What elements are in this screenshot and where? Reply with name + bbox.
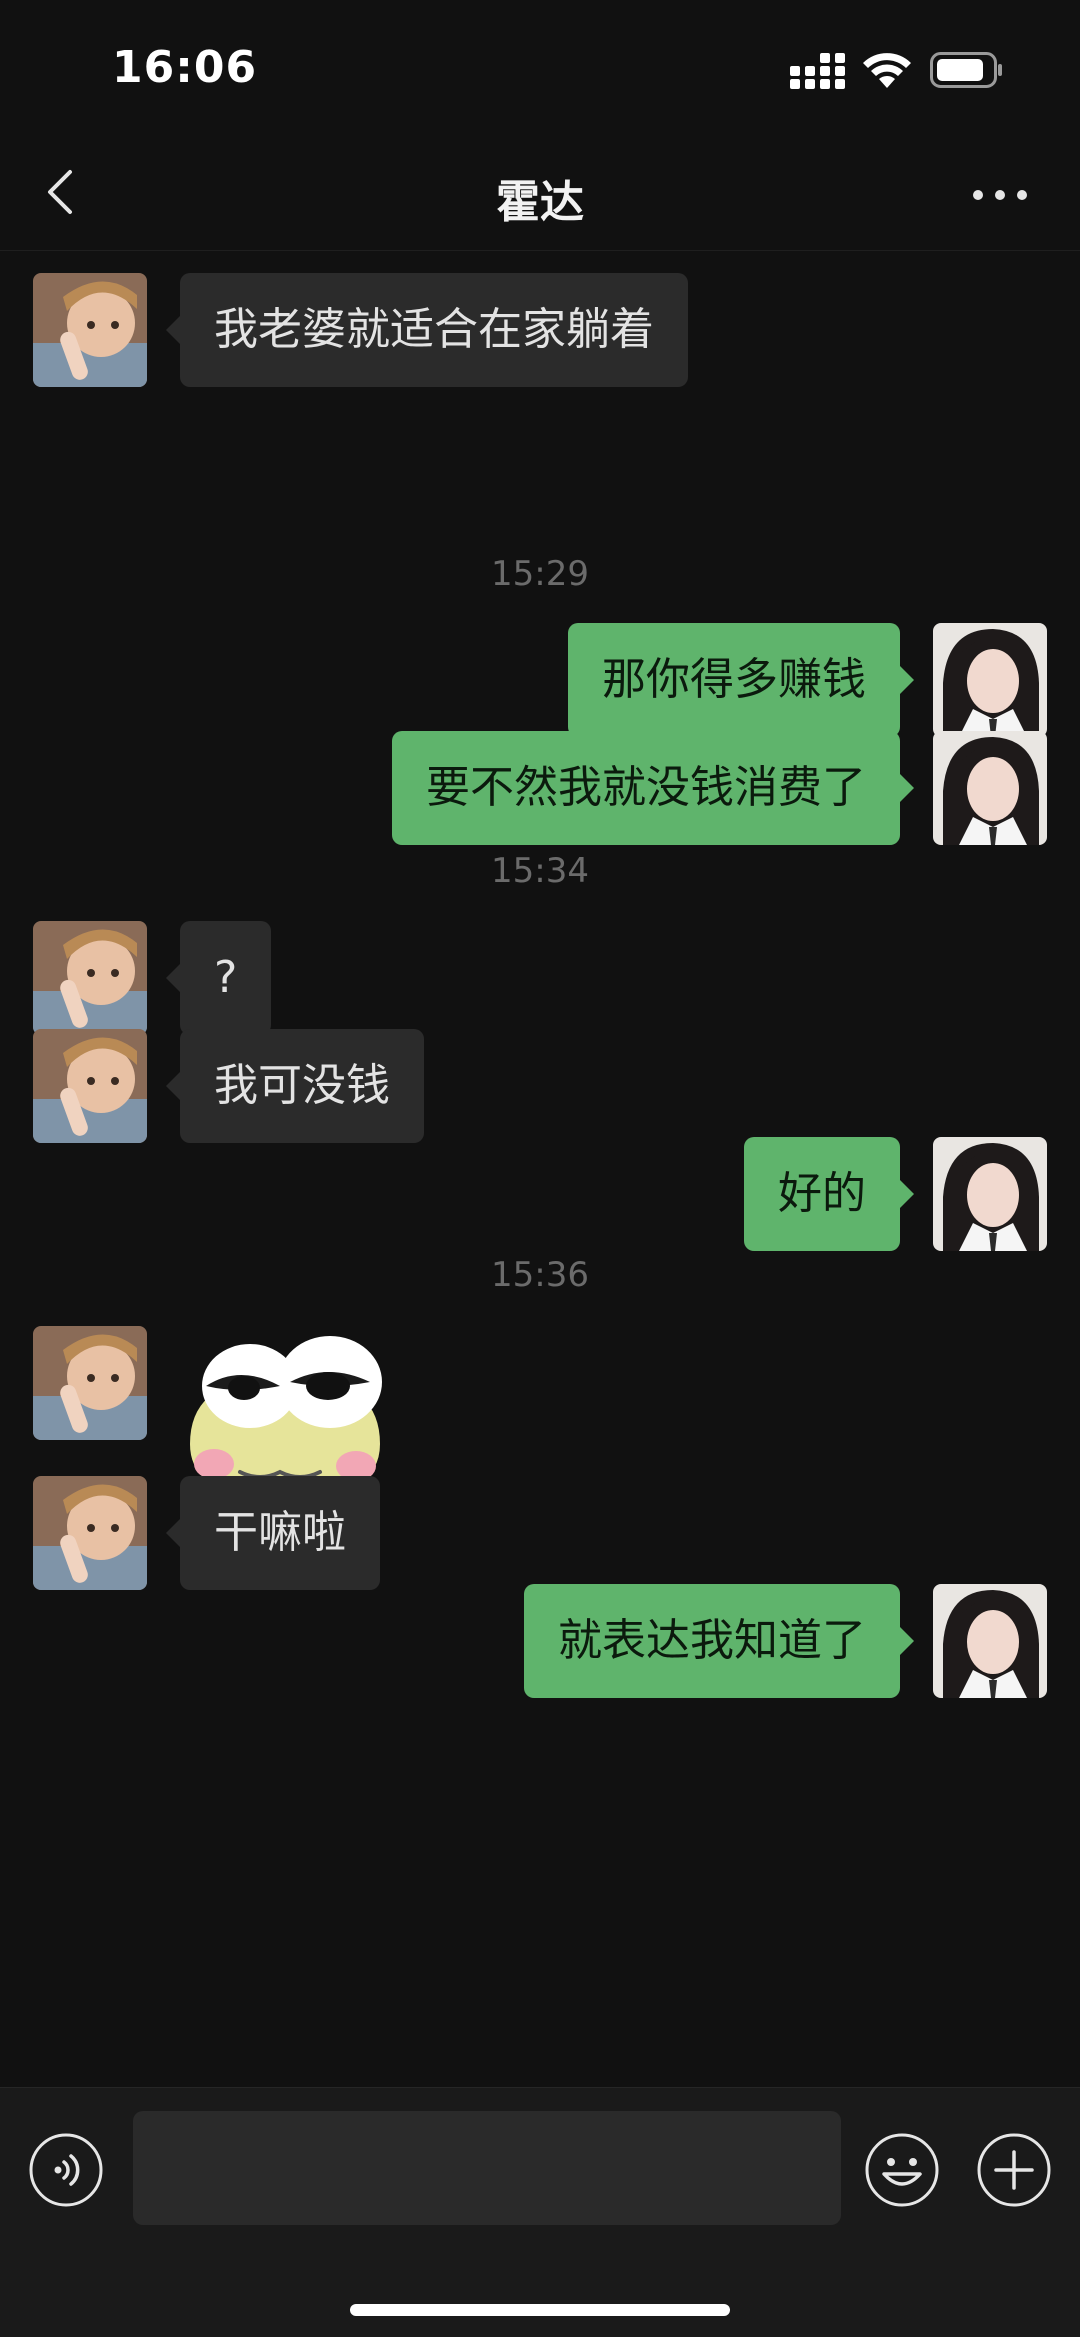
contact-avatar[interactable]	[33, 1029, 147, 1143]
contact-avatar[interactable]	[33, 1326, 147, 1440]
contact-avatar[interactable]	[33, 921, 147, 1035]
message-bubble-outgoing[interactable]: 就表达我知道了	[524, 1584, 914, 1698]
input-bar	[0, 2087, 1080, 2337]
my-avatar[interactable]	[933, 1584, 1047, 1698]
message-bubble-incoming[interactable]: 干嘛啦	[166, 1476, 380, 1590]
my-avatar[interactable]	[933, 1137, 1047, 1251]
message-bubble-outgoing[interactable]: 好的	[744, 1137, 914, 1251]
my-avatar[interactable]	[933, 623, 1047, 737]
plus-icon[interactable]	[976, 2132, 1052, 2208]
message-list[interactable]: 我老婆就适合在家躺着 15:29 那你得多赚钱 要不然我就没钱消费了 15:34	[0, 251, 1080, 2085]
more-icon[interactable]	[970, 180, 1030, 210]
status-time: 16:06	[112, 42, 258, 93]
timestamp: 15:29	[491, 554, 589, 594]
nav-bar: 霍达	[0, 140, 1080, 251]
chat-title: 霍达	[496, 177, 584, 228]
my-avatar[interactable]	[933, 731, 1047, 845]
voice-icon[interactable]	[28, 2132, 104, 2208]
message-bubble-incoming[interactable]: ?	[165, 921, 272, 1035]
status-bar: 16:06	[0, 0, 1080, 140]
home-indicator	[350, 2304, 730, 2316]
wifi-icon	[863, 53, 911, 88]
contact-avatar[interactable]	[33, 273, 147, 387]
emoji-icon[interactable]	[864, 2132, 940, 2208]
message-bubble-incoming[interactable]: 我可没钱	[166, 1029, 424, 1143]
message-input[interactable]	[133, 2111, 841, 2225]
timestamp: 15:36	[491, 1255, 589, 1295]
signal-icon	[790, 53, 845, 89]
chat-screen: 16:06 霍达 我老婆就适合在家躺着 15:29 那你得多赚钱 要不然我就没钱…	[0, 0, 1080, 2337]
message-bubble-outgoing[interactable]: 那你得多赚钱	[568, 623, 914, 737]
message-bubble-incoming[interactable]: 我老婆就适合在家躺着	[166, 273, 688, 387]
message-bubble-outgoing[interactable]: 要不然我就没钱消费了	[392, 731, 914, 845]
timestamp: 15:34	[491, 851, 589, 891]
battery-icon	[930, 52, 1002, 88]
contact-avatar[interactable]	[33, 1476, 147, 1590]
